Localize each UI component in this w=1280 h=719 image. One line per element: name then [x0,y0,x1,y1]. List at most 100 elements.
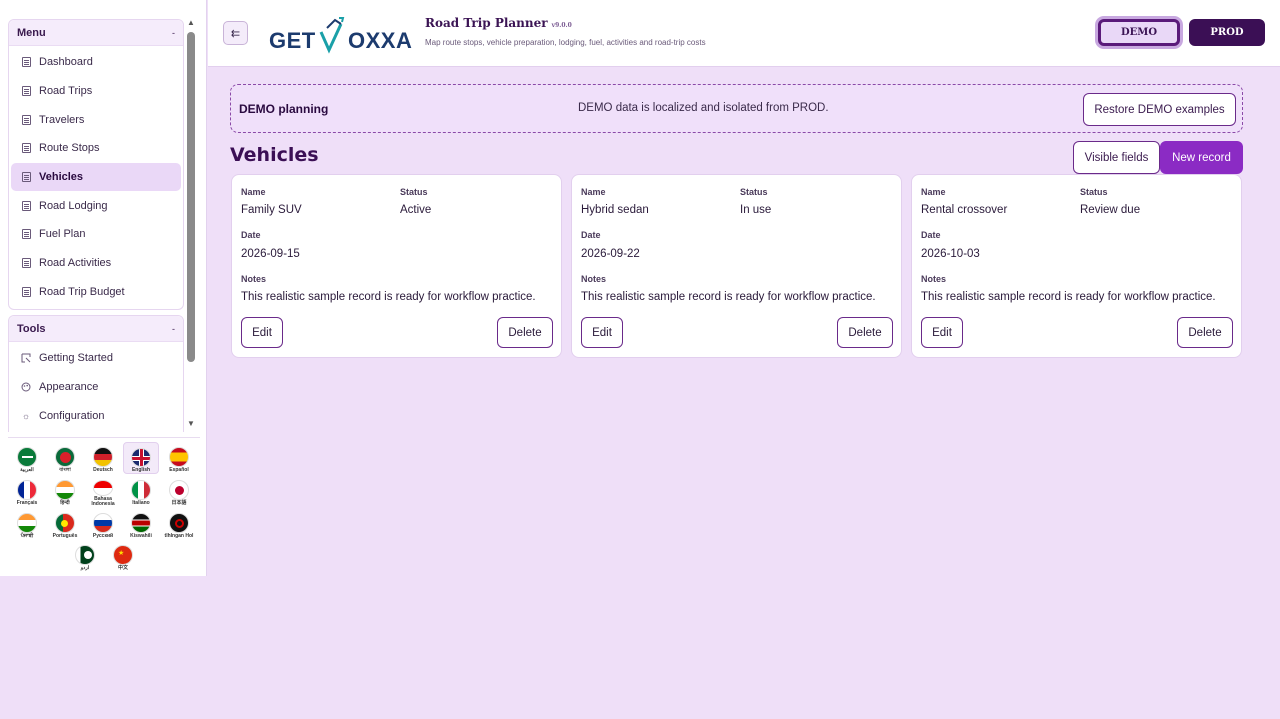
sidebar-item-road-trip-budget[interactable]: Road Trip Budget [11,278,181,307]
flag-india-punjab-icon [17,513,37,533]
sidebar-item-label: Road Activities [39,257,112,270]
edit-button[interactable]: Edit [581,317,623,348]
sidebar-item-label: Vehicles [39,171,84,184]
edit-button[interactable]: Edit [921,317,963,348]
language-selector: العربية বাংলা Deutsch English Español Fr… [8,437,200,572]
flag-italy-icon [131,480,151,500]
language-label: বাংলা [59,467,71,473]
collapse-icon[interactable]: - [172,28,175,38]
language-option-japanese[interactable]: 日本語 [161,475,197,507]
language-option-italiano[interactable]: Italiano [123,475,159,507]
flag-china-icon: ★ [113,545,133,565]
delete-button[interactable]: Delete [1177,317,1233,348]
status-value: In use [740,204,772,216]
prod-env-button[interactable]: PROD [1189,19,1265,46]
guide-icon [21,353,31,363]
notes-value: This realistic sample record is ready fo… [241,291,536,303]
sidebar-item-road-trips[interactable]: Road Trips [11,77,181,106]
language-label: English [131,467,151,473]
language-label: Italiano [132,500,150,506]
notes-label: Notes [921,274,947,284]
language-option-indonesia[interactable]: Bahasa Indonesia [85,475,121,507]
language-option-urdu[interactable]: اردو [67,540,103,572]
flag-germany-icon [93,447,113,467]
date-label: Date [581,230,601,240]
app-title: Road Trip Planner v9.0.0 [425,16,572,30]
language-option-arabic[interactable]: العربية [9,442,45,474]
document-icon [21,114,31,125]
menu-panel-header[interactable]: Menu - [9,20,183,46]
date-label: Date [921,230,941,240]
language-label: Français [16,500,38,506]
language-option-chinese[interactable]: ★ 中文 [105,540,141,572]
sidebar-item-vehicles[interactable]: Vehicles [11,162,181,192]
language-label: 中文 [117,565,128,571]
name-label: Name [241,187,266,197]
language-option-deutsch[interactable]: Deutsch [85,442,121,474]
language-option-punjabi[interactable]: ਪੰਜਾਬੀ [9,508,45,540]
new-record-button[interactable]: New record [1160,141,1243,174]
language-option-klingon[interactable]: tlhIngan Hol [161,508,197,540]
name-label: Name [581,187,606,197]
flag-saudi-arabia-icon [17,447,37,467]
scrollbar-thumb[interactable] [187,32,195,362]
sidebar-item-appearance[interactable]: Appearance [11,373,181,402]
sidebar-item-label: Travelers [39,113,85,126]
sidebar-item-road-activities[interactable]: Road Activities [11,249,181,278]
notes-label: Notes [581,274,607,284]
sidebar-item-road-lodging[interactable]: Road Lodging [11,191,181,220]
language-label: Español [169,467,189,473]
scroll-down-icon[interactable]: ▼ [187,419,195,428]
tools-panel-header[interactable]: Tools - [9,316,183,342]
sidebar-item-dashboard[interactable]: Dashboard [11,48,181,77]
status-label: Status [400,187,428,197]
sidebar-item-configuration[interactable]: ☼ Configuration [11,401,181,430]
sidebar: Menu - Dashboard Road Trips Travelers Ro… [0,0,207,576]
name-label: Name [921,187,946,197]
language-option-francais[interactable]: Français [9,475,45,507]
sidebar-item-label: Appearance [39,381,99,394]
sidebar-item-travelers[interactable]: Travelers [11,105,181,134]
menu-title: Menu [17,26,46,39]
visible-fields-button[interactable]: Visible fields [1073,141,1160,174]
language-option-hindi[interactable]: हिन्दी [47,475,83,507]
language-label: ਪੰਜਾਬੀ [20,533,34,539]
sidebar-item-label: Fuel Plan [39,228,86,241]
delete-button[interactable]: Delete [837,317,893,348]
document-icon [21,200,31,211]
language-option-bangla[interactable]: বাংলা [47,442,83,474]
logo-text-right: OXXA [348,28,413,53]
sidebar-item-route-stops[interactable]: Route Stops [11,134,181,163]
name-value: Rental crossover [921,204,1008,216]
scroll-up-icon[interactable]: ▲ [187,18,195,27]
language-label: Bahasa Indonesia [91,496,115,507]
language-option-russian[interactable]: Русский [85,508,121,540]
app-header: ⇇ GET OXXA Road Trip Planner v9.0.0 Map r… [208,0,1280,67]
tools-title: Tools [17,322,46,335]
language-option-espanol[interactable]: Español [161,442,197,474]
record-card: Name Status Hybrid sedan In use Date 202… [571,174,902,358]
collapse-icon[interactable]: - [172,324,175,334]
language-option-kiswahili[interactable]: Kiswahili [123,508,159,540]
document-icon [21,286,31,297]
sidebar-item-fuel-plan[interactable]: Fuel Plan [11,220,181,249]
page-title: Vehicles [230,144,319,166]
demo-banner: DEMO planning DEMO data is localized and… [230,84,1243,133]
restore-demo-button[interactable]: Restore DEMO examples [1083,93,1236,126]
app-title-text: Road Trip Planner [425,16,548,30]
edit-button[interactable]: Edit [241,317,283,348]
status-value: Active [400,204,432,216]
document-icon [21,229,31,240]
language-option-english[interactable]: English [123,442,159,474]
sidebar-collapse-button[interactable]: ⇇ [223,21,248,45]
delete-button[interactable]: Delete [497,317,553,348]
sidebar-item-label: Route Stops [39,142,100,155]
sidebar-scroll-area: Menu - Dashboard Road Trips Travelers Ro… [0,15,207,432]
language-option-portugues[interactable]: Português [47,508,83,540]
demo-env-button[interactable]: DEMO [1098,19,1180,46]
sidebar-item-getting-started[interactable]: Getting Started [11,344,181,373]
language-label: Русский [92,533,114,539]
sidebar-scrollbar[interactable]: ▲ ▼ [186,18,196,428]
sidebar-item-label: Dashboard [39,56,93,69]
language-label: 日本語 [171,500,187,506]
